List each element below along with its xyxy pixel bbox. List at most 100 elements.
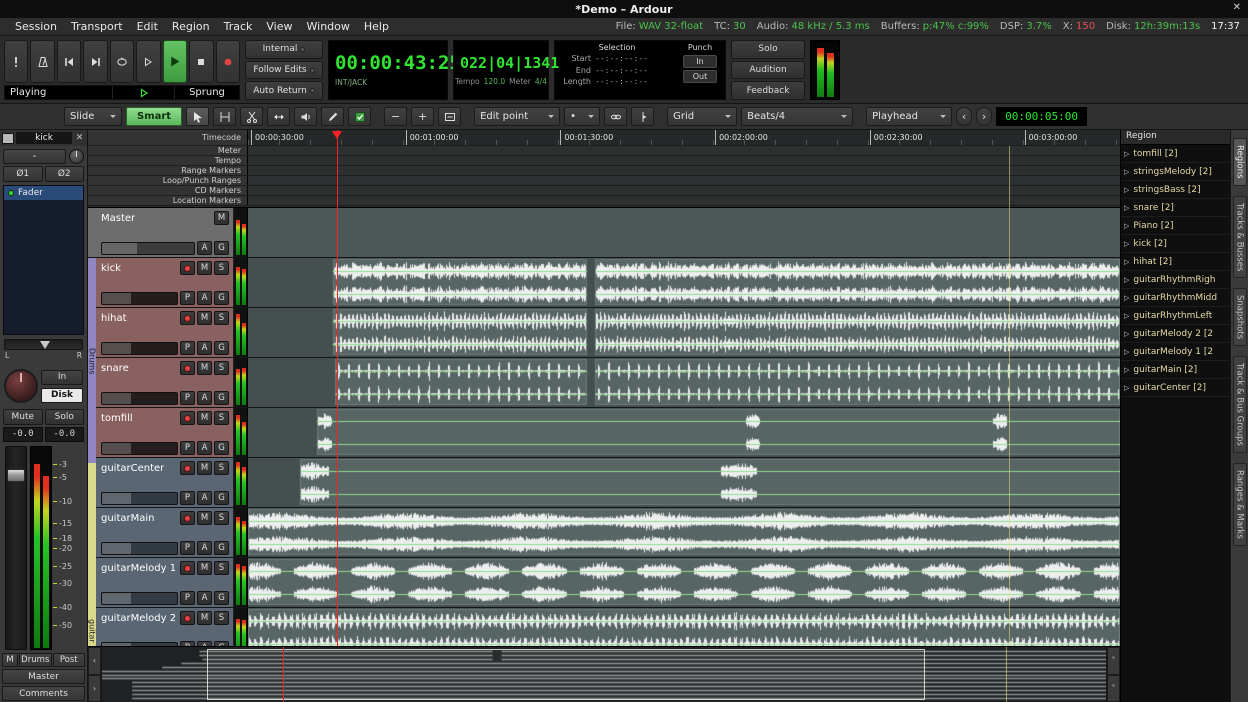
- track-s-button[interactable]: S: [214, 461, 229, 475]
- ruler-lane-tempo[interactable]: [248, 156, 1120, 165]
- track-color-chip[interactable]: [2, 133, 14, 144]
- snap-mode-combo[interactable]: Grid: [667, 107, 737, 126]
- track-s-button[interactable]: S: [214, 411, 229, 425]
- track-p-button[interactable]: P: [180, 391, 195, 405]
- group-tab-drums[interactable]: Drums: [88, 259, 96, 463]
- peak-display[interactable]: -0.0: [45, 427, 85, 442]
- zoom-focus-combo[interactable]: Playhead: [866, 107, 952, 126]
- zoom-out-button[interactable]: −: [384, 107, 407, 126]
- region-item-guitarrhythmrigh[interactable]: ▷guitarRhythmRigh: [1121, 271, 1230, 289]
- processor-fader-entry[interactable]: Fader: [4, 186, 83, 200]
- track-m-button[interactable]: M: [197, 461, 212, 475]
- track-m-button[interactable]: M: [197, 411, 212, 425]
- group-color-strip[interactable]: [88, 208, 96, 257]
- scroll-down-button[interactable]: ˅: [1107, 675, 1120, 702]
- nudge-clock[interactable]: 00:00:05:00: [996, 107, 1087, 126]
- track-header[interactable]: kickMSPAG: [96, 258, 234, 307]
- comments-button[interactable]: Comments: [2, 686, 85, 701]
- primary-clock[interactable]: 00:00:43:25 INT/JACK: [328, 40, 448, 100]
- menu-window[interactable]: Window: [300, 20, 357, 33]
- expander-icon[interactable]: ▷: [1124, 258, 1129, 266]
- side-tab-ranges-marks[interactable]: Ranges & Marks: [1233, 463, 1247, 546]
- solo-button[interactable]: Solo: [731, 40, 805, 59]
- shuttle-mode-selector[interactable]: Sprung: [175, 86, 239, 99]
- region-item-stringsbass-2[interactable]: ▷stringsBass [2]: [1121, 181, 1230, 199]
- track-s-button[interactable]: S: [214, 361, 229, 375]
- solo-button[interactable]: Solo: [45, 409, 85, 425]
- side-tab-snapshots[interactable]: Snapshots: [1233, 288, 1247, 346]
- play-range-button[interactable]: [136, 40, 160, 83]
- go-to-end-button[interactable]: [83, 40, 107, 83]
- track-header[interactable]: hihatMSPAG: [96, 308, 234, 357]
- monitor-input-button[interactable]: In: [41, 370, 83, 385]
- trim-knob[interactable]: [69, 149, 84, 164]
- expander-icon[interactable]: ▷: [1124, 348, 1129, 356]
- record-arm-button[interactable]: [180, 561, 195, 575]
- track-s-button[interactable]: S: [214, 511, 229, 525]
- track-gain-slider[interactable]: [101, 392, 178, 405]
- expander-icon[interactable]: ▷: [1124, 330, 1129, 338]
- mixer-track-name[interactable]: kick: [16, 132, 72, 144]
- region-item-guitarmain-2[interactable]: ▷guitarMain [2]: [1121, 361, 1230, 379]
- track-a-button[interactable]: A: [197, 441, 212, 455]
- track-g-button[interactable]: G: [214, 291, 229, 305]
- track-a-button[interactable]: A: [197, 591, 212, 605]
- secondary-clock[interactable]: 022|04|1341 Tempo 120.0 Meter 4/4: [453, 40, 549, 100]
- loop-button[interactable]: [110, 40, 134, 83]
- track-header[interactable]: MasterMAG: [96, 208, 234, 257]
- region-item-hihat-2[interactable]: ▷hihat [2]: [1121, 253, 1230, 271]
- record-arm-button[interactable]: [180, 511, 195, 525]
- expander-icon[interactable]: ▷: [1124, 150, 1129, 158]
- record-button[interactable]: [216, 40, 240, 83]
- track-p-button[interactable]: P: [180, 591, 195, 605]
- track-a-button[interactable]: A: [197, 341, 212, 355]
- expander-icon[interactable]: ▷: [1124, 204, 1129, 212]
- ruler-lane-timecode[interactable]: 00:00:30:0000:01:00:0000:01:30:0000:02:0…: [248, 130, 1120, 145]
- marker-mode-combo[interactable]: •: [564, 107, 600, 126]
- audition-button[interactable]: Audition: [731, 61, 805, 80]
- phase-invert-2-button[interactable]: Ø2: [45, 166, 85, 182]
- track-m-button[interactable]: M: [197, 611, 212, 625]
- track-m-button[interactable]: M: [197, 361, 212, 375]
- track-g-button[interactable]: G: [214, 641, 229, 646]
- playhead[interactable]: [337, 130, 338, 646]
- expander-icon[interactable]: ▷: [1124, 294, 1129, 302]
- side-tab-tracks-busses[interactable]: Tracks & Busses: [1233, 196, 1247, 278]
- nudge-forward-button[interactable]: ›: [976, 107, 992, 126]
- track-p-button[interactable]: P: [180, 291, 195, 305]
- punch-out-button[interactable]: Out: [683, 70, 717, 83]
- region-item-tomfill-2[interactable]: ▷tomfill [2]: [1121, 145, 1230, 163]
- internal-edit-tool-button[interactable]: [348, 107, 371, 126]
- expander-icon[interactable]: ▷: [1124, 276, 1129, 284]
- ruler-row-location-markers[interactable]: Location Markers: [88, 196, 1120, 206]
- side-tab-track-bus-groups[interactable]: Track & Bus Groups: [1233, 356, 1247, 453]
- ruler-lane-location-markers[interactable]: [248, 196, 1120, 205]
- menu-session[interactable]: Session: [8, 20, 64, 33]
- track-header[interactable]: guitarMelody 1MSPAG: [96, 558, 234, 607]
- track-header[interactable]: guitarCenterMSPAG: [96, 458, 234, 507]
- track-lane[interactable]: [248, 258, 1120, 307]
- region-item-guitarcenter-2[interactable]: ▷guitarCenter [2]: [1121, 379, 1230, 397]
- track-p-button[interactable]: P: [180, 541, 195, 555]
- track-lane[interactable]: [248, 308, 1120, 357]
- session-end-marker[interactable]: [1009, 146, 1010, 646]
- gain-display[interactable]: -0.0: [3, 427, 43, 442]
- expander-icon[interactable]: ▷: [1124, 366, 1129, 374]
- snap-unit-combo[interactable]: Beats/4: [741, 107, 853, 126]
- ruler-row-loop-punch-ranges[interactable]: Loop/Punch Ranges: [88, 176, 1120, 186]
- record-arm-button[interactable]: [180, 261, 195, 275]
- expander-icon[interactable]: ▷: [1124, 186, 1129, 194]
- track-p-button[interactable]: P: [180, 441, 195, 455]
- track-a-button[interactable]: A: [197, 291, 212, 305]
- play-button[interactable]: [163, 40, 187, 83]
- track-lane[interactable]: [248, 508, 1120, 557]
- expander-icon[interactable]: ▷: [1124, 240, 1129, 248]
- expander-icon[interactable]: ▷: [1124, 222, 1129, 230]
- track-header[interactable]: tomfillMSPAG: [96, 408, 234, 457]
- track-lane[interactable]: [248, 408, 1120, 457]
- track-gain-slider[interactable]: [101, 642, 178, 647]
- processor-active-led[interactable]: [8, 190, 14, 196]
- link-object-range-button[interactable]: [604, 107, 627, 126]
- window-close-button[interactable]: ✕: [1233, 2, 1241, 13]
- side-tab-regions[interactable]: Regions: [1233, 138, 1247, 186]
